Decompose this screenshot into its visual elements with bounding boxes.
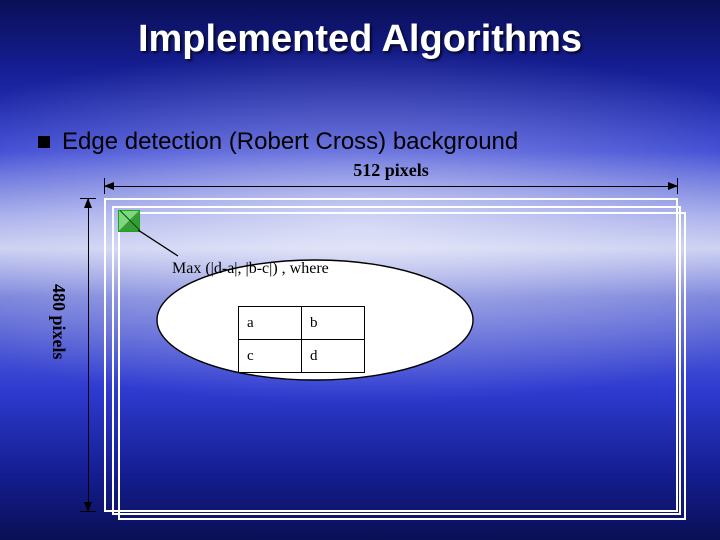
dim-line	[88, 198, 89, 512]
formula-text: Max (|d-a|, |b-c|) , where	[172, 260, 329, 278]
slide-title: Implemented Algorithms	[0, 18, 720, 61]
kernel-grid: a b c d	[238, 306, 365, 373]
pixel-sample-icon	[118, 210, 140, 232]
bullet-text: Edge detection (Robert Cross) background	[62, 128, 518, 156]
cell-d: d	[302, 340, 365, 373]
dimension-height-label: 480 pixels	[48, 284, 69, 360]
arrow-left-icon	[104, 182, 114, 190]
dimension-horizontal: 512 pixels	[104, 164, 678, 192]
table-row: a b	[239, 307, 365, 340]
bullet-icon	[38, 136, 50, 148]
cell-c: c	[239, 340, 302, 373]
cell-b: b	[302, 307, 365, 340]
table-row: c d	[239, 340, 365, 373]
arrow-up-icon	[84, 198, 92, 208]
dimension-vertical: 480 pixels	[34, 198, 104, 512]
cell-a: a	[239, 307, 302, 340]
arrow-down-icon	[84, 502, 92, 512]
slide: Implemented Algorithms Edge detection (R…	[0, 0, 720, 540]
arrow-right-icon	[668, 182, 678, 190]
pixel-diag	[119, 211, 139, 231]
bullet-row: Edge detection (Robert Cross) background	[38, 128, 518, 156]
dimension-width-label: 512 pixels	[104, 160, 678, 181]
dim-line	[104, 186, 678, 187]
